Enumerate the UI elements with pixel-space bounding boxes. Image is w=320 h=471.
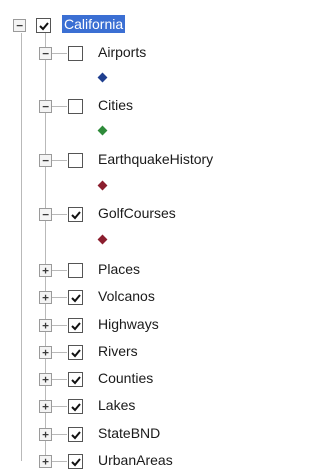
checkmark-icon bbox=[70, 457, 81, 466]
layer-label[interactable]: Places bbox=[98, 261, 140, 277]
root-label[interactable]: California bbox=[62, 15, 126, 33]
layer-label[interactable]: GolfCourses bbox=[98, 205, 176, 221]
layer-checkbox[interactable] bbox=[68, 99, 83, 114]
layer-label[interactable]: Rivers bbox=[98, 343, 138, 359]
layer-checkbox[interactable] bbox=[68, 427, 83, 442]
tree-connector-line bbox=[21, 33, 22, 461]
expand-layer-toggle[interactable]: + bbox=[39, 373, 52, 386]
layer-checkbox[interactable] bbox=[68, 372, 83, 387]
collapse-layer-toggle[interactable]: − bbox=[39, 100, 52, 113]
root-checkbox[interactable] bbox=[36, 18, 51, 33]
layer-label[interactable]: EarthquakeHistory bbox=[98, 151, 213, 167]
expand-layer-toggle[interactable]: + bbox=[39, 319, 52, 332]
checkmark-icon bbox=[70, 402, 81, 411]
layer-label[interactable]: Lakes bbox=[98, 397, 135, 413]
layer-checkbox[interactable] bbox=[68, 454, 83, 469]
collapse-layer-toggle[interactable]: − bbox=[39, 208, 52, 221]
expand-layer-toggle[interactable]: + bbox=[39, 428, 52, 441]
checkmark-icon bbox=[70, 210, 81, 219]
layer-label[interactable]: UrbanAreas bbox=[98, 452, 173, 468]
collapse-layer-toggle[interactable]: − bbox=[39, 47, 52, 60]
checkmark-icon bbox=[70, 375, 81, 384]
layer-checkbox[interactable] bbox=[68, 46, 83, 61]
collapse-root-toggle[interactable]: − bbox=[13, 19, 26, 32]
layer-checkbox[interactable] bbox=[68, 263, 83, 278]
point-symbol-icon bbox=[97, 234, 108, 245]
layer-checkbox[interactable] bbox=[68, 399, 83, 414]
expand-layer-toggle[interactable]: + bbox=[39, 346, 52, 359]
layer-label[interactable]: Volcanos bbox=[98, 288, 155, 304]
layer-label[interactable]: Highways bbox=[98, 316, 159, 332]
layer-checkbox[interactable] bbox=[68, 207, 83, 222]
layer-label[interactable]: Airports bbox=[98, 44, 146, 60]
layer-checkbox[interactable] bbox=[68, 290, 83, 305]
layer-tree: − California − Airports − Cities − Earthquake… bbox=[0, 0, 291, 471]
point-symbol-icon bbox=[97, 180, 108, 191]
layer-checkbox[interactable] bbox=[68, 345, 83, 360]
layer-checkbox[interactable] bbox=[68, 153, 83, 168]
collapse-layer-toggle[interactable]: − bbox=[39, 154, 52, 167]
checkmark-icon bbox=[38, 21, 49, 30]
checkmark-icon bbox=[70, 321, 81, 330]
layer-label[interactable]: Cities bbox=[98, 97, 133, 113]
layer-checkbox[interactable] bbox=[68, 318, 83, 333]
tree-connector-line bbox=[45, 30, 46, 462]
point-symbol-icon bbox=[97, 125, 108, 136]
layer-label[interactable]: Counties bbox=[98, 370, 153, 386]
expand-layer-toggle[interactable]: + bbox=[39, 400, 52, 413]
point-symbol-icon bbox=[97, 72, 108, 83]
expand-layer-toggle[interactable]: + bbox=[39, 455, 52, 468]
checkmark-icon bbox=[70, 348, 81, 357]
checkmark-icon bbox=[70, 430, 81, 439]
layer-label[interactable]: StateBND bbox=[98, 425, 160, 441]
checkmark-icon bbox=[70, 293, 81, 302]
expand-layer-toggle[interactable]: + bbox=[39, 291, 52, 304]
expand-layer-toggle[interactable]: + bbox=[39, 264, 52, 277]
